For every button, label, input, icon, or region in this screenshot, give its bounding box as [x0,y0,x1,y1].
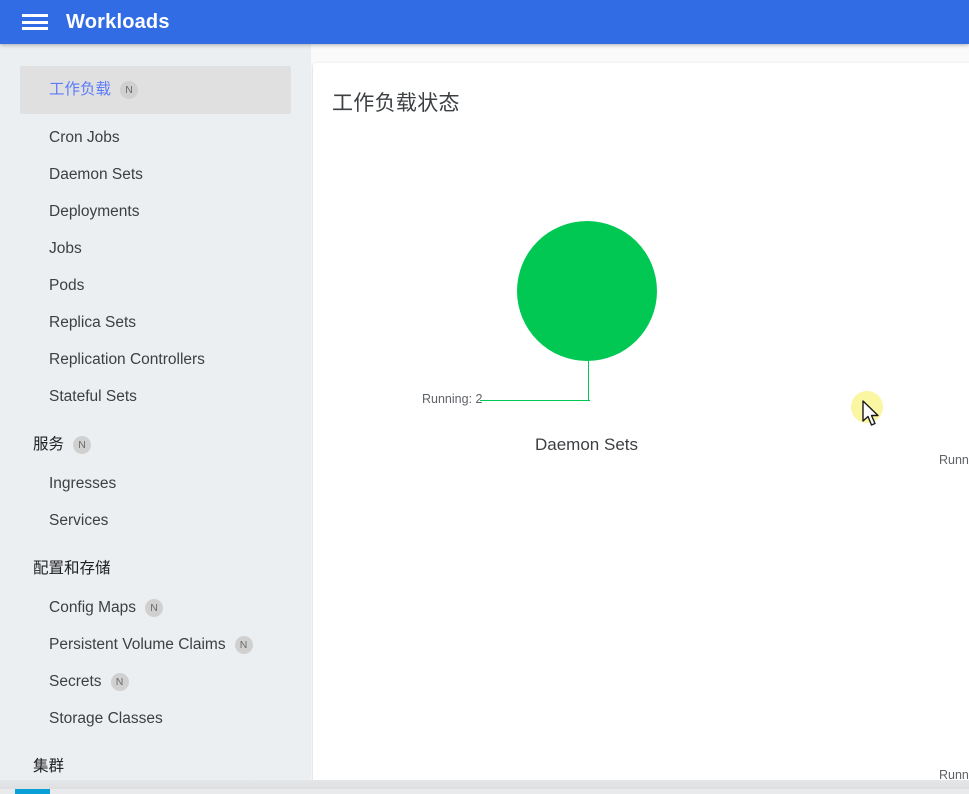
sidebar-item-label: Jobs [49,239,82,257]
sidebar-item-cron-jobs[interactable]: Cron Jobs [0,119,311,156]
adjacent-chart-label-1: Runni [939,453,969,467]
sidebar-item-ingresses[interactable]: Ingresses [0,465,311,502]
sidebar-item-list: 工作负载 N Cron Jobs Daemon Sets Deployments Jobs… [0,66,311,787]
content-area: 工作负载状态 Running: 2 Daemon Sets Runni Runn… [311,44,969,794]
sidebar-item-deployments[interactable]: Deployments [0,193,311,230]
sidebar-item-pods[interactable]: Pods [0,267,311,304]
sidebar-item-label: Replication Controllers [49,350,205,368]
pie-leader-line-horizontal [480,400,590,402]
hamburger-menu-icon[interactable] [22,12,48,32]
sidebar-item-label: Secrets [49,672,102,690]
horizontal-scrollbar-thumb[interactable] [15,789,50,794]
sidebar-item-工作负载[interactable]: 工作负载 N [20,66,291,114]
sidebar-section-gap [0,737,311,747]
sidebar-item-stateful-sets[interactable]: Stateful Sets [0,378,311,415]
namespace-badge: N [120,81,139,99]
sidebar-item-secrets[interactable]: Secrets N [0,663,311,700]
sidebar-item-persistent-volume-claims[interactable]: Persistent Volume Claims N [0,626,311,663]
sidebar-item-配置和存储[interactable]: 配置和存储 [0,549,311,589]
sidebar-item-daemon-sets[interactable]: Daemon Sets [0,156,311,193]
pie-slice-label-running: Running: 2 [422,392,483,406]
hamburger-line-1 [22,14,48,17]
sidebar-item-label: Deployments [49,202,140,220]
sidebar-item-label: 工作负载 [49,81,112,99]
app-bar: Workloads [0,0,969,44]
sidebar-item-label: Replica Sets [49,313,137,331]
sidebar-section-gap [0,415,311,425]
pie-chart-caption: Daemon Sets [535,435,638,454]
sidebar-item-label: Storage Classes [49,709,163,727]
sidebar-item-label: 集群 [33,758,65,776]
sidebar-item-label: Daemon Sets [49,165,143,183]
hamburger-line-2 [22,20,48,24]
sidebar-item-label: Config Maps [49,598,137,616]
dashboard-page: Workloads 工作负载 N Cron Jobs Daemon Sets Deplo… [0,0,969,794]
namespace-badge: N [73,436,92,454]
sidebar-item-label: Cron Jobs [49,128,120,146]
bottom-scrollbar-area [0,780,969,794]
card-title: 工作负载状态 [332,92,460,115]
sidebar-item-replica-sets[interactable]: Replica Sets [0,304,311,341]
sidebar-item-服务[interactable]: 服务 N [0,425,311,465]
sidebar-item-label: 服务 [33,436,65,454]
namespace-badge: N [110,672,129,691]
sidebar-section-gap [0,539,311,549]
sidebar-item-label: 配置和存储 [33,560,111,578]
sidebar-item-services[interactable]: Services [0,502,311,539]
namespace-badge: N [145,598,164,617]
sidebar-top-spacer [0,44,311,66]
sidebar-item-label: Stateful Sets [49,387,137,405]
sidebar-item-config-maps[interactable]: Config Maps N [0,589,311,626]
horizontal-scrollbar-track[interactable] [0,789,969,794]
sidebar-item-label: Services [49,511,109,529]
sidebar-nav[interactable]: 工作负载 N Cron Jobs Daemon Sets Deployments Jobs… [0,44,311,794]
hamburger-line-3 [22,27,48,30]
sidebar-item-jobs[interactable]: Jobs [0,230,311,267]
sidebar-item-replication-controllers[interactable]: Replication Controllers [0,341,311,378]
sidebar-item-label: Pods [49,276,85,294]
page-title: Workloads [66,10,170,33]
sidebar-item-label: Ingresses [49,474,117,492]
namespace-badge: N [234,635,253,654]
daemon-sets-pie-chart[interactable] [517,221,657,361]
workload-status-charts: Running: 2 Daemon Sets Runni Runni [313,63,969,791]
workload-status-card: 工作负载状态 Running: 2 Daemon Sets Runni Runn… [313,63,969,791]
sidebar-item-storage-classes[interactable]: Storage Classes [0,700,311,737]
sidebar-item-label: Persistent Volume Claims [49,635,226,653]
pie-leader-line-vertical [588,360,590,401]
